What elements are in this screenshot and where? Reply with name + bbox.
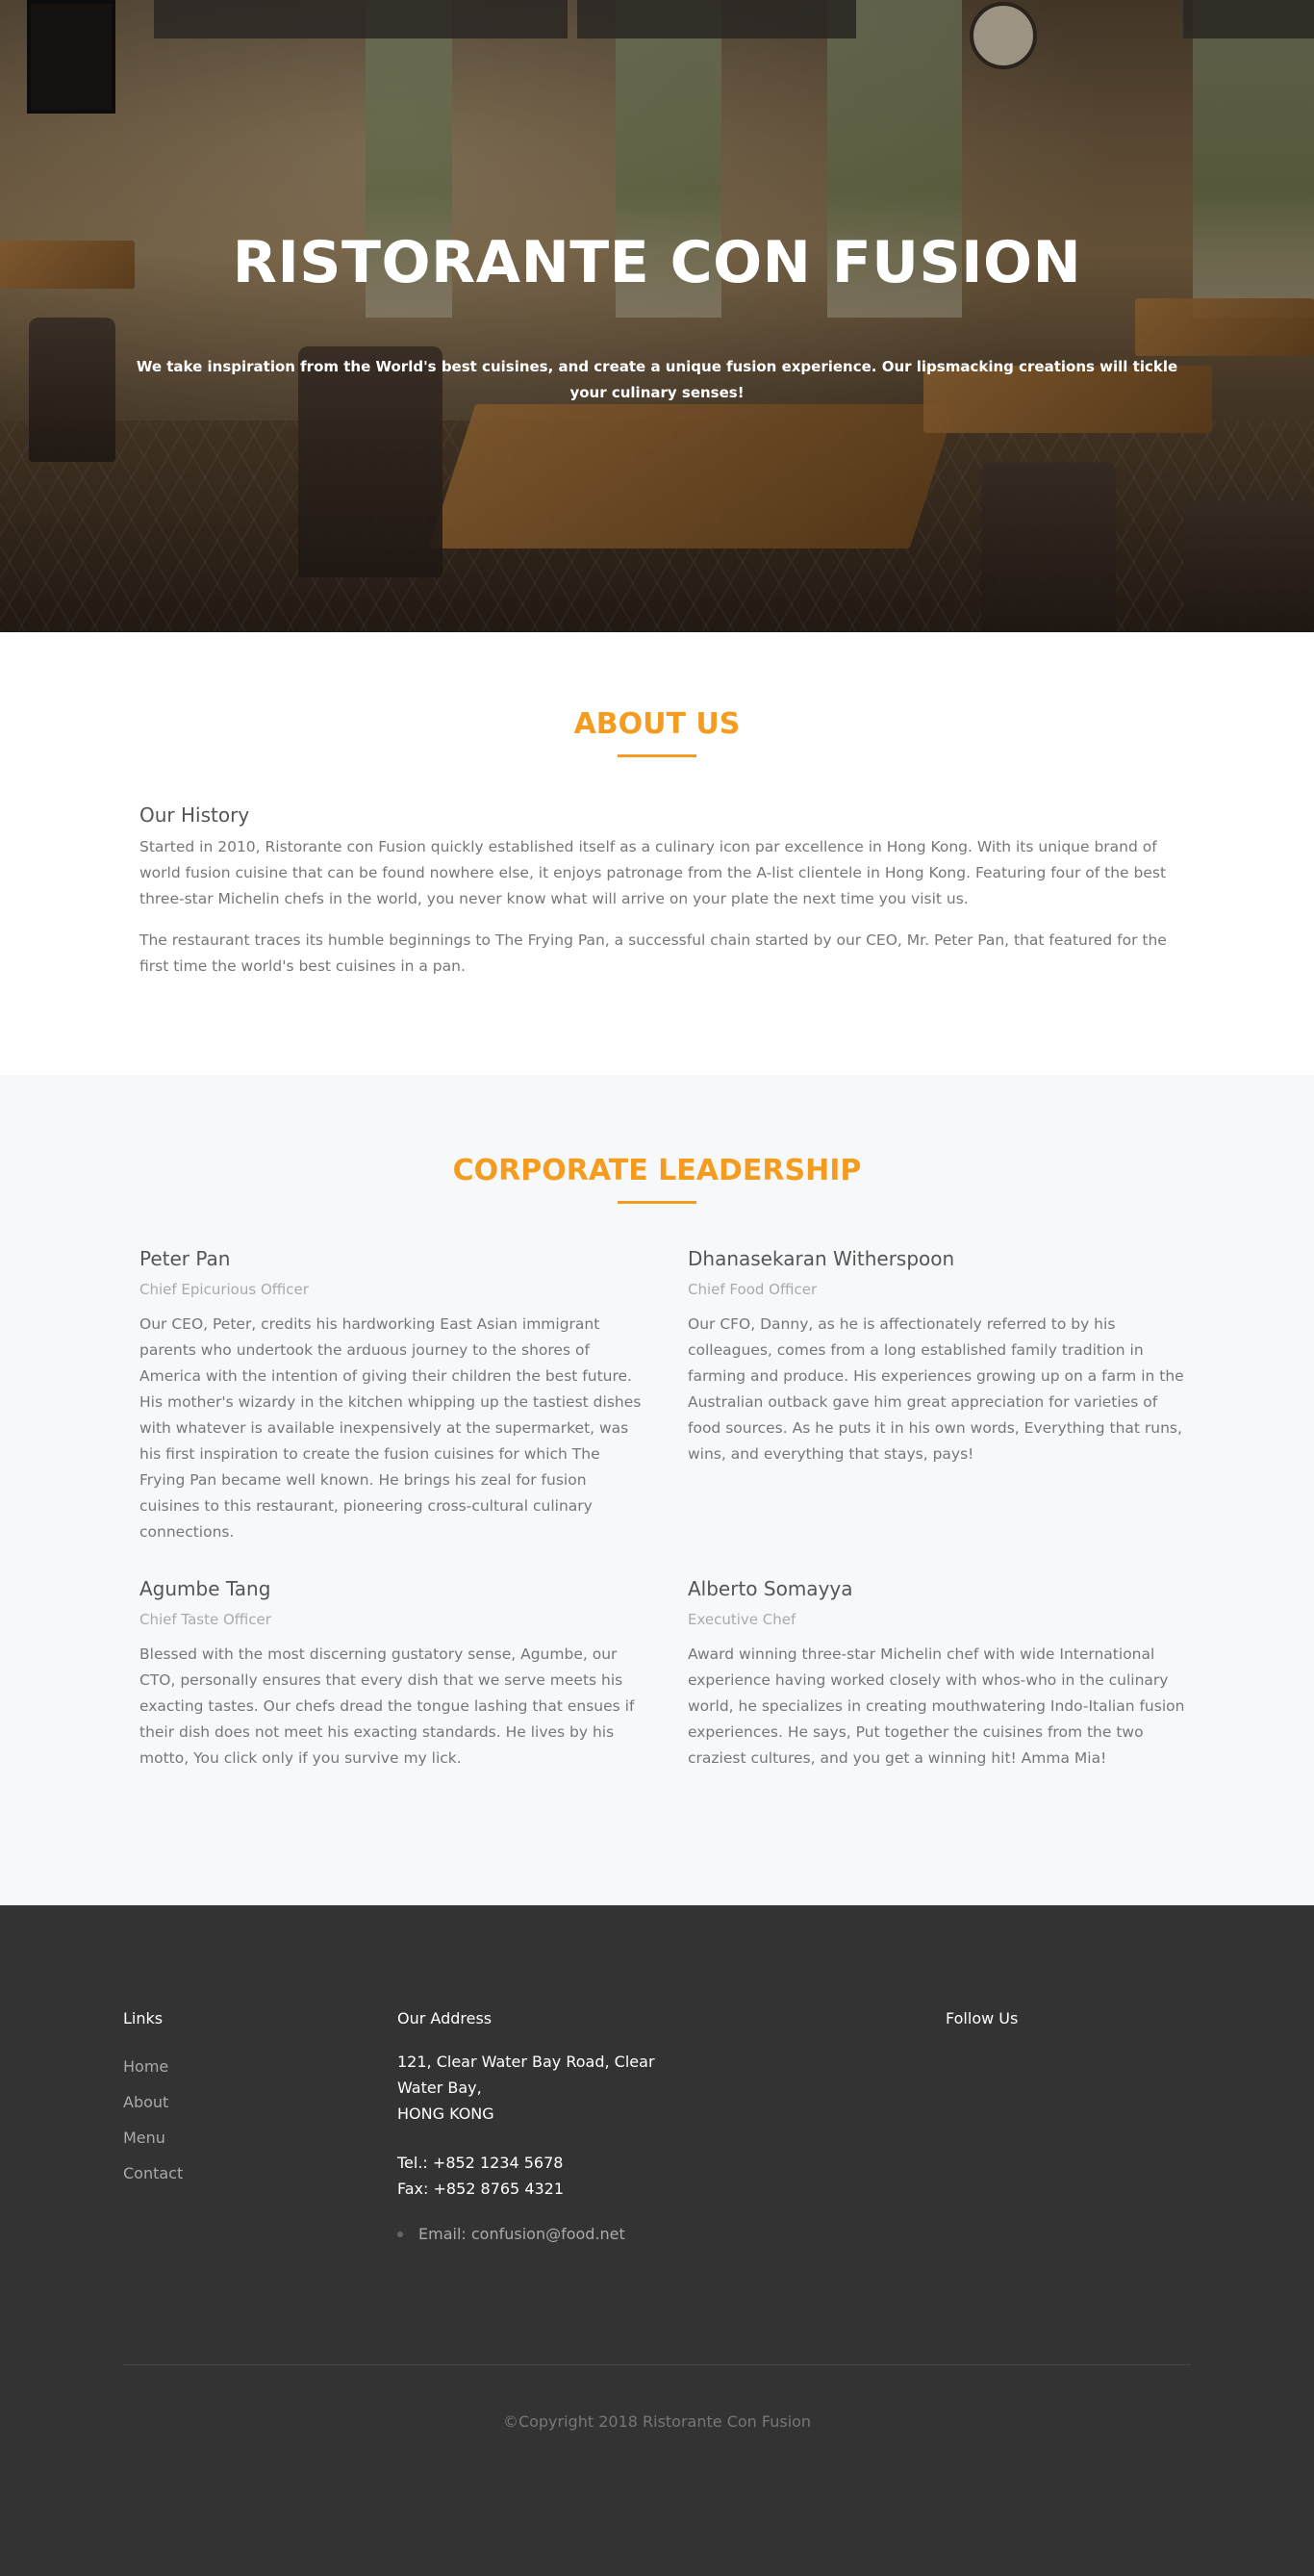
history-paragraph: Started in 2010, Ristorante con Fusion q… [139,838,1167,907]
footer-address-title: Our Address [397,2009,493,2028]
footer-link-contact[interactable]: Contact [123,2155,183,2191]
leader-name: Alberto Somayya [688,1577,853,1600]
leader-name: Agumbe Tang [139,1577,271,1600]
leader-grid: Peter Pan Chief Epicurious Officer Our C… [139,1246,1184,1772]
history-heading: Our History [139,803,250,827]
footer-address-column: Our Address 121, Clear Water Bay Road, C… [397,2009,667,2243]
history-paragraph: The restaurant traces its humble beginni… [139,931,1167,975]
leader-role: Chief Food Officer [688,1281,818,1298]
leader-bio: Blessed with the most discerning gustato… [139,1645,635,1767]
email-address[interactable]: Email: confusion@food.net [418,2225,625,2243]
leader-name: Dhanasekaran Witherspoon [688,1247,955,1270]
about-title: ABOUT US [573,707,741,741]
footer-links-column: Links Home About Menu Contact [123,2009,183,2191]
hero-title: RISTORANTE CON FUSION [232,229,1082,296]
leader-bio: Our CFO, Danny, as he is affectionately … [688,1315,1184,1463]
hero-banner: RISTORANTE CON FUSION We take inspiratio… [0,0,1314,632]
address-line: Water Bay, [397,2079,482,2097]
leader-bio: Award winning three-star Michelin chef w… [688,1645,1185,1767]
footer-divider [123,2364,1191,2365]
leader-role: Executive Chef [688,1611,796,1628]
leader-card: Agumbe Tang Chief Taste Officer Blessed … [139,1576,646,1772]
address-line: 121, Clear Water Bay Road, Clear [397,2053,655,2071]
leader-card: Alberto Somayya Executive Chef Award win… [688,1576,1195,1772]
bullet-icon [397,2231,403,2237]
address-line: HONG KONG [397,2104,494,2123]
footer-links-title: Links [123,2009,164,2028]
leader-card: Dhanasekaran Witherspoon Chief Food Offi… [688,1246,1195,1545]
hero-content: RISTORANTE CON FUSION We take inspiratio… [0,229,1314,406]
footer-link-home[interactable]: Home [123,2049,183,2084]
footer-link-menu[interactable]: Menu [123,2120,183,2155]
leader-bio: Our CEO, Peter, credits his hardworking … [139,1315,642,1541]
about-body: Our History Started in 2010, Ristorante … [139,757,1175,980]
footer-link-about[interactable]: About [123,2084,183,2120]
site-footer: Links Home About Menu Contact Our Addres… [0,1905,1314,2576]
footer-follow-title: Follow Us [946,2009,1019,2028]
title-underline [618,1201,696,1204]
leader-name: Peter Pan [139,1247,231,1270]
copyright-text: ©Copyright 2018 Ristorante Con Fusion [502,2412,812,2431]
about-section: ABOUT US Our History Started in 2010, Ri… [0,632,1314,1075]
footer-follow-column: Follow Us [946,2009,1018,2049]
email-item[interactable]: Email: confusion@food.net [397,2225,667,2243]
leadership-section: CORPORATE LEADERSHIP Peter Pan Chief Epi… [0,1075,1314,1905]
leader-card: Peter Pan Chief Epicurious Officer Our C… [139,1246,646,1545]
leadership-title: CORPORATE LEADERSHIP [452,1154,862,1187]
fax-number: Fax: +852 8765 4321 [397,2180,565,2198]
phone-number: Tel.: +852 1234 5678 [397,2154,564,2172]
hero-subtitle: We take inspiration from the World's bes… [136,358,1178,401]
leader-role: Chief Taste Officer [139,1611,271,1628]
leader-role: Chief Epicurious Officer [139,1281,309,1298]
